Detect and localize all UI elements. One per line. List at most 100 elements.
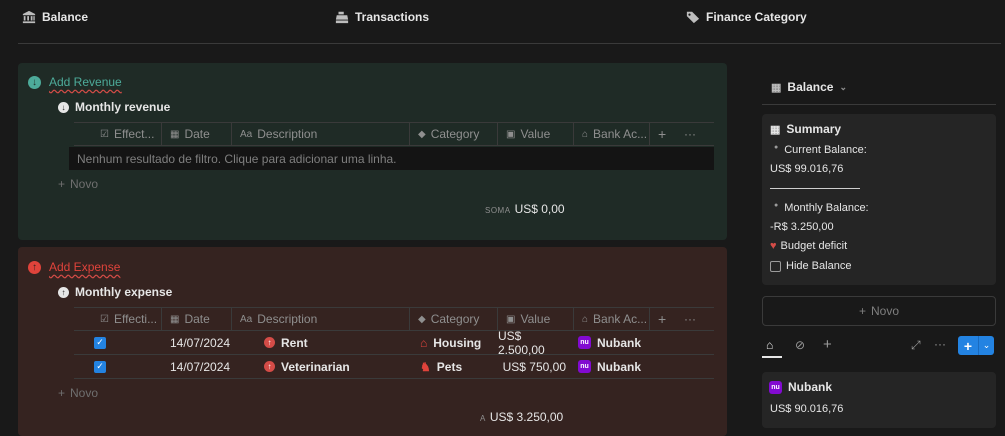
check-icon: ✓ <box>94 336 106 349</box>
col-category[interactable]: ◆ Category <box>410 123 498 145</box>
col-label: Category <box>430 312 480 326</box>
value-cell[interactable]: US$ 2.500,00 <box>498 329 566 357</box>
add-revenue-title[interactable]: Add Revenue <box>49 75 122 89</box>
monthly-expense-title: Monthly expense <box>75 285 173 299</box>
col-bank[interactable]: ⌂ Bank Ac... <box>574 123 650 145</box>
nav-finance-category[interactable]: Finance Category <box>686 10 807 24</box>
hide-balance-toggle[interactable]: Hide Balance <box>770 260 851 272</box>
ellipsis-icon[interactable]: ··· <box>934 337 946 351</box>
bank-cell[interactable]: nu Nubank <box>578 331 641 354</box>
revenue-sum[interactable]: SOMA US$ 0,00 <box>485 202 565 216</box>
col-description[interactable]: Aa Description <box>232 123 410 145</box>
col-value[interactable]: ▣ Value <box>498 308 574 330</box>
arrow-up-circle-icon: ↑ <box>264 361 275 372</box>
description-cell[interactable]: ↑ Veterinarian <box>264 355 350 378</box>
tag-icon <box>686 11 700 24</box>
sum-value: US$ 3.250,00 <box>489 410 564 424</box>
bank-text: Nubank <box>597 335 642 350</box>
checkbox-icon: ☑ <box>100 128 109 140</box>
hide-label: Hide Balance <box>786 260 852 272</box>
col-label: Category <box>430 127 480 141</box>
more-options-button[interactable]: ··· <box>676 123 702 145</box>
col-label: Description <box>257 312 318 326</box>
date-cell[interactable]: 14/07/2024 <box>170 331 230 354</box>
monthly-revenue-header[interactable]: ↓ Monthly revenue <box>58 100 170 114</box>
add-revenue-header[interactable]: ↓ Add Revenue <box>28 75 122 89</box>
add-expense-header[interactable]: ↑ Add Expense <box>28 260 120 274</box>
bank-card-header: nu Nubank <box>769 380 832 394</box>
add-column-button[interactable]: + <box>650 308 676 330</box>
view-selector[interactable]: ▦ Balance ⌄ <box>771 80 847 94</box>
new-entry-button[interactable]: + ⌄ <box>958 336 994 355</box>
value-cell[interactable]: US$ 750,00 <box>498 355 566 378</box>
checkbox-icon[interactable] <box>770 260 781 272</box>
sum-label: SOMA <box>485 206 511 215</box>
add-column-button[interactable]: + <box>650 123 676 145</box>
effective-checkbox[interactable]: ✓ <box>94 355 106 378</box>
summary-header: ▦ Summary <box>770 122 841 136</box>
cash-register-icon <box>335 11 349 24</box>
revenue-new-button[interactable]: + Novo <box>58 177 98 191</box>
col-bank[interactable]: ⌂ Bank Ac... <box>574 308 650 330</box>
expand-icon[interactable]: ⤢ <box>911 338 921 353</box>
sidebar-new-button[interactable]: + Novo <box>762 296 996 326</box>
expense-panel: ↑ Add Expense ↑ Monthly expense ☑ Effecti… <box>18 247 727 436</box>
tag-icon: ◆ <box>418 128 426 140</box>
nav-finance-category-label: Finance Category <box>706 10 807 24</box>
empty-filter-row[interactable]: Nenhum resultado de filtro. Clique para … <box>69 147 714 170</box>
text-icon: Aa <box>240 128 253 140</box>
ellipsis-icon: ··· <box>684 127 696 141</box>
revenue-table-header: ☑ Effect... ▦ Date Aa Description ◆ Category… <box>74 122 714 146</box>
nav-balance[interactable]: Balance <box>22 10 88 24</box>
plus-icon: + <box>963 337 973 354</box>
category-cell[interactable]: ⌂ Housing <box>420 331 481 354</box>
summary-card[interactable]: ▦ Summary ● Current Balance: US$ 99.016,… <box>762 114 996 285</box>
effective-checkbox[interactable]: ✓ <box>94 331 106 354</box>
new-label: Novo <box>70 177 99 191</box>
plus-icon: + <box>58 386 66 400</box>
col-date[interactable]: ▦ Date <box>162 308 232 330</box>
money-icon: ▣ <box>506 313 516 325</box>
eye-off-icon[interactable]: ⊘ <box>795 338 805 352</box>
chevron-down-icon[interactable]: ⌄ <box>979 336 994 355</box>
add-expense-title[interactable]: Add Expense <box>49 260 120 274</box>
bank-card[interactable]: nu Nubank US$ 90.016,76 <box>762 372 996 428</box>
current-balance-value: US$ 99.016,76 <box>770 163 844 175</box>
arrow-down-circle-icon: ↓ <box>28 75 41 89</box>
monthly-balance-label: ● Monthly Balance: <box>774 202 869 214</box>
category-text: Pets <box>436 359 463 374</box>
col-label: Effecti... <box>113 312 158 326</box>
col-category[interactable]: ◆ Category <box>410 308 498 330</box>
new-label: Novo <box>70 386 99 400</box>
col-description[interactable]: Aa Description <box>232 308 410 330</box>
description-cell[interactable]: ↑ Rent <box>264 331 308 354</box>
date-cell[interactable]: 14/07/2024 <box>170 355 230 378</box>
plus-icon[interactable]: + <box>823 336 832 353</box>
summary-title: Summary <box>786 122 842 136</box>
bank-name: Nubank <box>788 380 833 394</box>
plus-icon: + <box>658 311 667 327</box>
col-effective[interactable]: ☑ Effecti... <box>74 308 162 330</box>
bank-icon[interactable]: ⌂ <box>766 338 773 352</box>
nav-transactions[interactable]: Transactions <box>335 10 429 24</box>
more-options-button[interactable]: ··· <box>676 308 702 330</box>
budget-deficit: ♥ Budget deficit <box>770 240 847 252</box>
bank-cell[interactable]: nu Nubank <box>578 355 641 378</box>
category-cell[interactable]: ♞ Pets <box>420 355 462 378</box>
monthly-expense-header[interactable]: ↑ Monthly expense <box>58 285 172 299</box>
col-value[interactable]: ▣ Value <box>498 123 574 145</box>
col-date[interactable]: ▦ Date <box>162 123 232 145</box>
check-icon: ✓ <box>94 360 106 373</box>
col-effective[interactable]: ☑ Effect... <box>74 123 162 145</box>
table-row[interactable]: ✓ 14/07/2024 ↑ Veterinarian ♞ Pets US$ 750… <box>74 355 714 379</box>
bank-icon: ⌂ <box>582 313 589 325</box>
col-label: Effect... <box>113 127 155 141</box>
expense-sum[interactable]: A US$ 3.250,00 <box>480 410 563 424</box>
expense-new-button[interactable]: + Novo <box>58 386 98 400</box>
bullet-icon: ● <box>774 202 779 209</box>
table-row[interactable]: ✓ 14/07/2024 ↑ Rent ⌂ Housing US$ 2.500,00… <box>74 329 714 357</box>
col-label: Bank Ac... <box>593 127 648 141</box>
nubank-logo-icon: nu <box>769 380 782 394</box>
col-label: Description <box>257 127 318 141</box>
gallery-icon: ▦ <box>771 81 782 94</box>
